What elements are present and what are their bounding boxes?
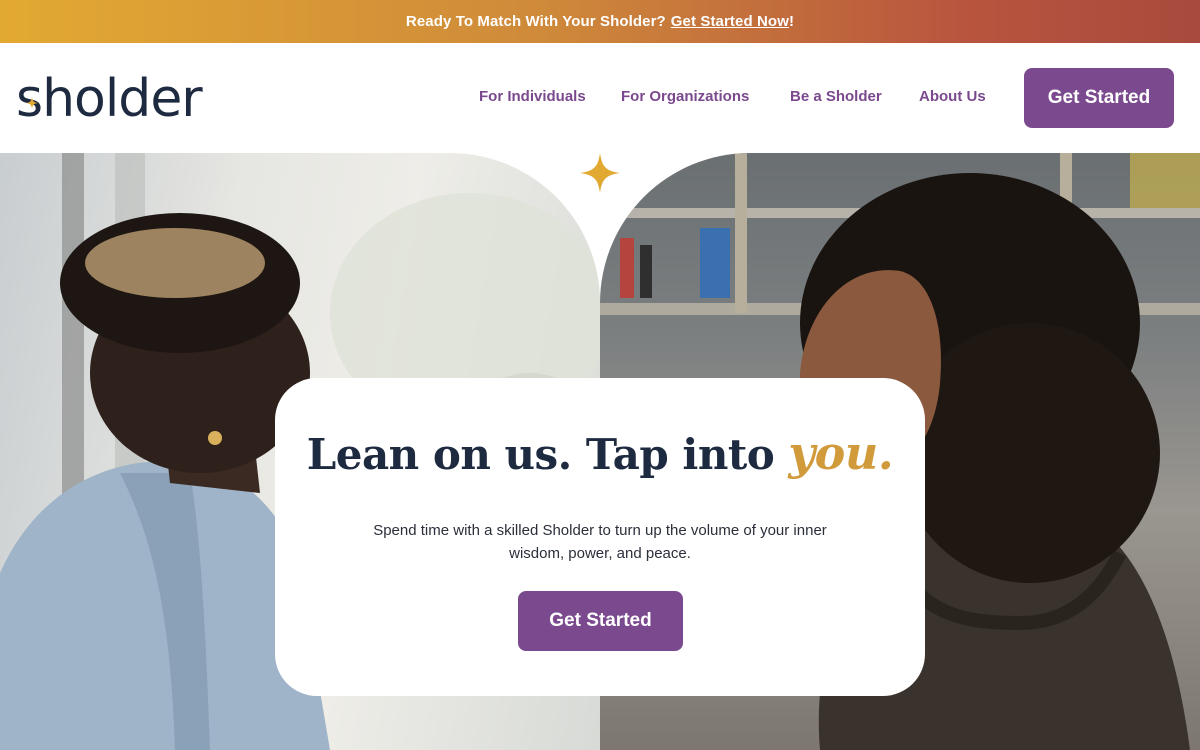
hero-section: Lean on us. Tap into you. Spend time wit…	[0, 153, 1200, 750]
nav-for-organizations[interactable]: For Organizations	[621, 88, 749, 105]
nav-about-us[interactable]: About Us	[919, 88, 986, 105]
announcement-suffix: !	[788, 13, 795, 30]
announcement-text: Ready To Match With Your Sholder?	[405, 13, 666, 30]
headline-script-word: you	[788, 426, 878, 480]
header-get-started-button[interactable]: Get Started	[1024, 68, 1174, 128]
hero-get-started-button[interactable]: Get Started	[518, 591, 683, 651]
headline-period: .	[877, 426, 894, 480]
nav-be-a-sholder[interactable]: Be a Sholder	[790, 88, 882, 105]
hero-headline: Lean on us. Tap into you.	[275, 426, 925, 480]
sparkle-icon	[580, 153, 620, 193]
logo-wordmark: sholder	[16, 69, 203, 129]
hero-card: Lean on us. Tap into you. Spend time wit…	[275, 378, 925, 696]
hero-subtext: Spend time with a skilled Sholder to tur…	[373, 522, 827, 562]
get-started-now-link[interactable]: Get Started Now	[671, 13, 789, 30]
announcement-bar: Ready To Match With Your Sholder? Get St…	[0, 0, 1200, 43]
nav-for-individuals[interactable]: For Individuals	[479, 88, 586, 105]
site-header: sholder For Individuals For Organization…	[0, 43, 1200, 153]
sholder-logo[interactable]: sholder	[16, 69, 203, 129]
logo-sparkle-icon	[26, 97, 38, 109]
headline-main: Lean on us. Tap into	[306, 430, 775, 479]
